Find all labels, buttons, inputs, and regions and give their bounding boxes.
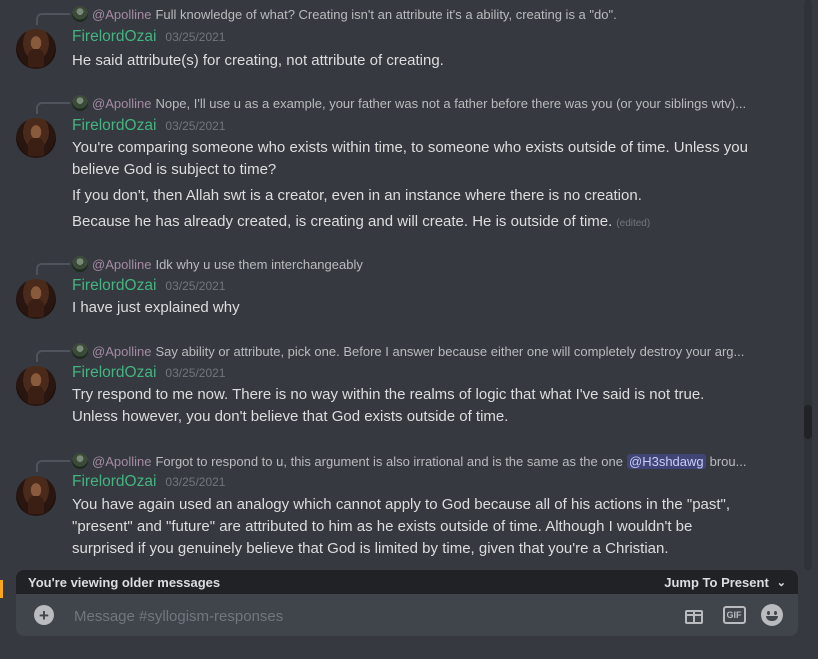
message-header: FirelordOzai 03/25/2021 xyxy=(72,473,225,495)
reply-author[interactable]: @Apolline xyxy=(92,7,151,22)
reply-preview[interactable]: @Apolline Nope, I'll use u as a example,… xyxy=(72,94,746,112)
avatar[interactable] xyxy=(16,279,56,319)
message-line: If you don't, then Allah swt is a creato… xyxy=(72,187,642,204)
jump-to-present-label: Jump To Present xyxy=(664,574,769,590)
scrollbar-track[interactable] xyxy=(804,0,812,570)
chevron-down-icon: ⌄ xyxy=(776,576,786,589)
reply-avatar xyxy=(72,95,88,111)
reply-preview[interactable]: @Apolline Idk why u use them interchange… xyxy=(72,255,363,273)
message-line: You're comparing someone who exists with… xyxy=(72,139,748,178)
emoji-icon[interactable] xyxy=(760,604,784,626)
reply-connector xyxy=(36,263,70,275)
reply-preview[interactable]: @Apolline Forgot to respond to u, this a… xyxy=(72,452,746,470)
unread-marker xyxy=(0,580,3,598)
reply-text-after: brou... xyxy=(709,453,747,469)
reply-author[interactable]: @Apolline xyxy=(92,257,151,272)
message-header: FirelordOzai 03/25/2021 xyxy=(72,364,225,386)
timestamp: 03/25/2021 xyxy=(165,279,226,293)
reply-author[interactable]: @Apolline xyxy=(92,454,151,469)
reply-author[interactable]: @Apolline xyxy=(92,344,151,359)
reply-preview[interactable]: @Apolline Full knowledge of what? Creati… xyxy=(72,5,617,23)
reply-avatar xyxy=(72,256,88,272)
avatar[interactable] xyxy=(16,118,56,158)
message-line-text: Because he has already created, is creat… xyxy=(72,213,613,230)
message-composer: + GIF xyxy=(16,594,798,636)
reply-text: Say ability or attribute, pick one. Befo… xyxy=(155,343,745,359)
message-list: @Apolline Full knowledge of what? Creati… xyxy=(0,0,808,570)
avatar[interactable] xyxy=(16,476,56,516)
gift-icon[interactable] xyxy=(682,604,706,626)
message-header: FirelordOzai 03/25/2021 xyxy=(72,277,225,299)
timestamp: 03/25/2021 xyxy=(165,119,226,133)
plus-circle-icon[interactable]: + xyxy=(34,605,54,625)
avatar[interactable] xyxy=(16,366,56,406)
message-line: Try respond to me now. There is no way w… xyxy=(72,386,705,425)
older-messages-banner: You're viewing older messages Jump To Pr… xyxy=(16,570,798,594)
reply-author[interactable]: @Apolline xyxy=(92,96,151,111)
message-header: FirelordOzai 03/25/2021 xyxy=(72,117,225,139)
reply-preview[interactable]: @Apolline Say ability or attribute, pick… xyxy=(72,342,744,360)
reply-connector xyxy=(36,350,70,362)
reply-avatar xyxy=(72,343,88,359)
reply-connector xyxy=(36,460,70,472)
message-line: He said attribute(s) for creating, not a… xyxy=(72,52,444,69)
jump-to-present-button[interactable]: Jump To Present ⌄ xyxy=(664,575,786,590)
reply-text: Forgot to respond to u, this argument is… xyxy=(155,453,623,469)
message-content: Try respond to me now. There is no way w… xyxy=(72,384,752,432)
reply-avatar xyxy=(72,453,88,469)
timestamp: 03/25/2021 xyxy=(165,475,226,489)
gif-icon[interactable]: GIF xyxy=(722,604,746,626)
reply-text: Idk why u use them interchangeably xyxy=(155,256,363,272)
message-line: I have just explained why xyxy=(72,299,240,316)
reply-text: Nope, I'll use u as a example, your fath… xyxy=(155,95,747,111)
message-content: You're comparing someone who exists with… xyxy=(72,137,752,239)
older-messages-text: You're viewing older messages xyxy=(28,574,221,590)
message-content: He said attribute(s) for creating, not a… xyxy=(72,50,752,76)
reply-avatar xyxy=(72,6,88,22)
avatar[interactable] xyxy=(16,29,56,69)
username[interactable]: FirelordOzai xyxy=(72,117,156,135)
edited-label: (edited) xyxy=(616,218,651,229)
reply-text: Full knowledge of what? Creating isn't a… xyxy=(155,6,617,22)
reply-connector xyxy=(36,102,70,114)
timestamp: 03/25/2021 xyxy=(165,30,226,44)
reply-connector xyxy=(36,13,70,25)
scrollbar-thumb[interactable] xyxy=(804,405,812,439)
message-input[interactable] xyxy=(72,602,636,630)
message-line: Because he has already created, is creat… xyxy=(72,211,752,235)
username[interactable]: FirelordOzai xyxy=(72,473,156,491)
username[interactable]: FirelordOzai xyxy=(72,364,156,382)
message-line: You have again used an analogy which can… xyxy=(72,496,731,557)
message-content: I have just explained why xyxy=(72,297,752,323)
username[interactable]: FirelordOzai xyxy=(72,277,156,295)
gif-label: GIF xyxy=(722,606,746,624)
timestamp: 03/25/2021 xyxy=(165,366,226,380)
user-mention[interactable]: @H3shdawg xyxy=(627,453,706,469)
username[interactable]: FirelordOzai xyxy=(72,28,156,46)
message-content: You have again used an analogy which can… xyxy=(72,494,752,564)
message-header: FirelordOzai 03/25/2021 xyxy=(72,28,225,50)
